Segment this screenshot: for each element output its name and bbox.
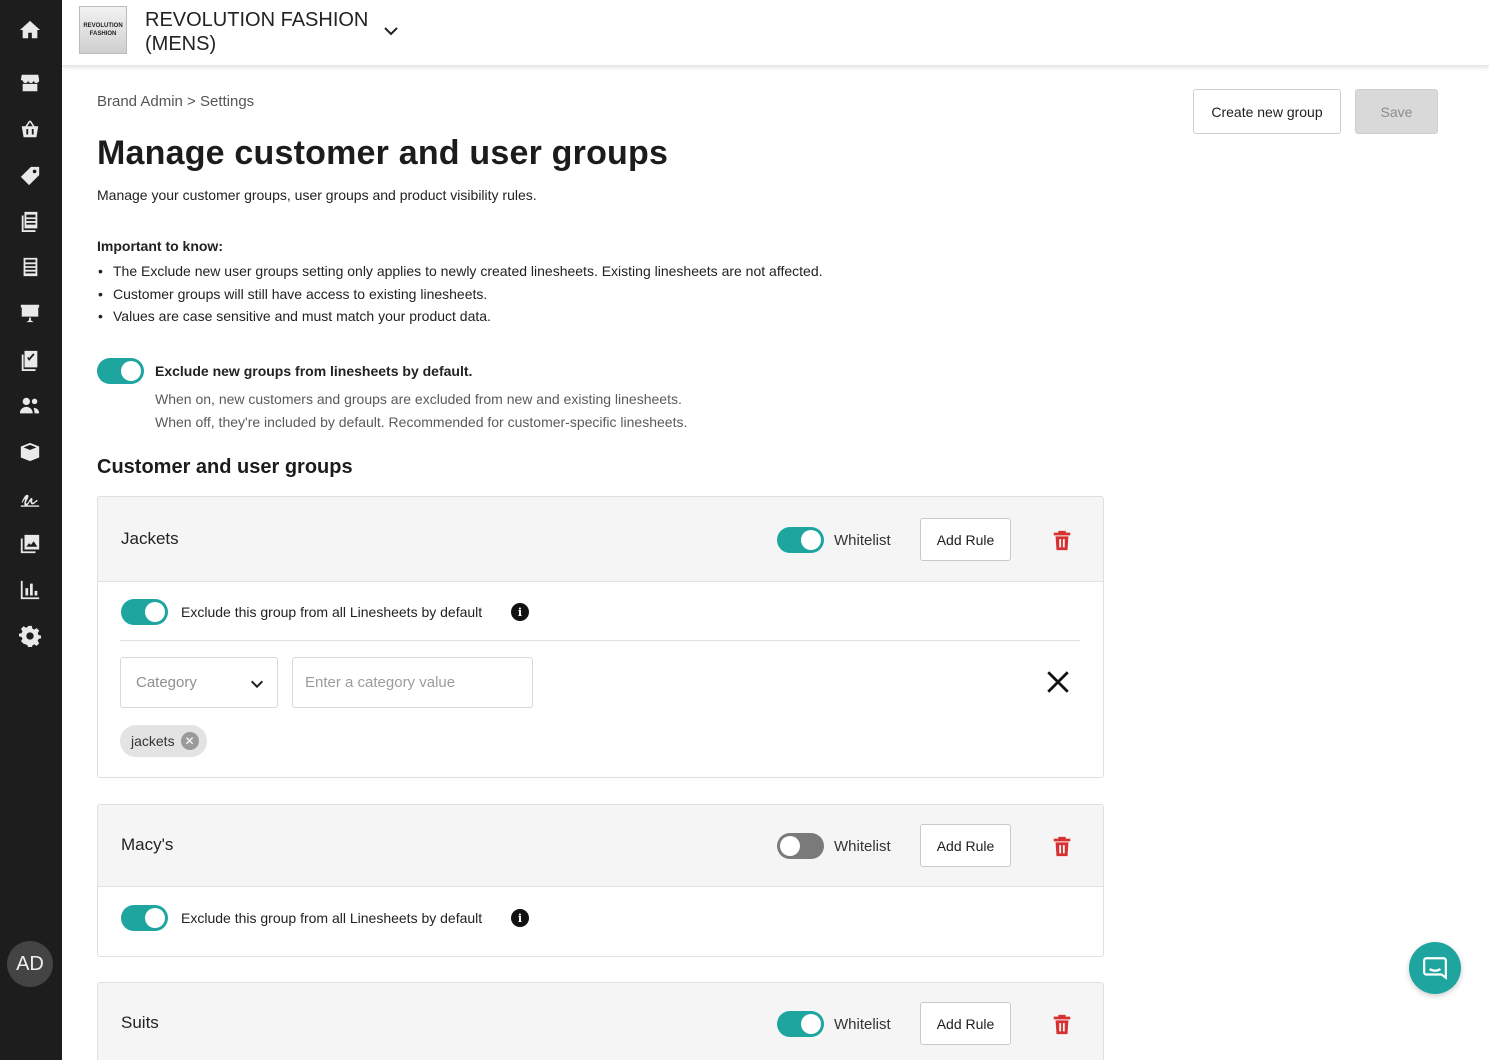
sidebar: AD (0, 0, 62, 1060)
chevron-down-icon[interactable] (382, 22, 400, 40)
brand-name[interactable]: REVOLUTION FASHION (MENS) (145, 8, 375, 56)
notes-list: The Exclude new user groups setting only… (97, 260, 823, 328)
add-rule-button[interactable]: Add Rule (920, 1002, 1011, 1045)
whitelist-toggle[interactable] (777, 527, 824, 553)
images-icon[interactable] (17, 531, 43, 557)
whitelist-label: Whitelist (834, 1016, 891, 1033)
delete-group-icon[interactable] (1051, 529, 1073, 551)
divider (120, 640, 1080, 641)
delete-group-icon[interactable] (1051, 835, 1073, 857)
toggle-knob (145, 602, 165, 622)
group-card-suits: Suits Whitelist Add Rule (97, 982, 1104, 1060)
toggle-knob (145, 908, 165, 928)
info-icon[interactable]: i (511, 603, 529, 621)
toggle-knob (121, 361, 141, 381)
toggle-knob (801, 1014, 821, 1034)
store-icon[interactable] (17, 70, 43, 96)
brand-logo: REVOLUTION FASHION (79, 6, 127, 54)
brand-logo-text: REVOLUTION FASHION (83, 23, 123, 37)
value-chip: jackets ✕ (120, 725, 207, 757)
exclude-new-groups-label: Exclude new groups from linesheets by de… (155, 363, 473, 379)
category-select[interactable]: Category (120, 657, 278, 708)
catalog-icon[interactable] (17, 254, 43, 280)
chat-icon (1423, 957, 1447, 980)
linesheet-icon[interactable] (17, 208, 43, 234)
category-value-input[interactable] (292, 657, 533, 708)
group-name: Jackets (121, 529, 179, 548)
exclude-group-toggle[interactable] (121, 599, 168, 625)
exclude-new-groups-toggle[interactable] (97, 358, 144, 384)
exclude-group-label: Exclude this group from all Linesheets b… (181, 604, 483, 620)
help-line: When off, they're included by default. R… (155, 413, 688, 430)
group-name: Suits (121, 1013, 159, 1032)
avatar[interactable]: AD (7, 941, 53, 987)
toggle-knob (780, 836, 800, 856)
info-icon[interactable]: i (511, 909, 529, 927)
exclude-group-label: Exclude this group from all Linesheets b… (181, 910, 483, 926)
group-name: Macy's (121, 835, 174, 854)
save-button[interactable]: Save (1355, 89, 1438, 134)
gear-icon[interactable] (17, 623, 43, 649)
group-card-jackets: Jackets Whitelist Add Rule Exclude this … (97, 496, 1104, 778)
home-icon[interactable] (17, 17, 43, 43)
users-icon[interactable] (17, 393, 43, 419)
groups-section-title: Customer and user groups (97, 456, 353, 478)
category-select-value: Category (136, 674, 197, 691)
delete-group-icon[interactable] (1051, 1013, 1073, 1035)
page-subtitle: Manage your customer groups, user groups… (97, 187, 537, 203)
basket-icon[interactable] (17, 116, 43, 142)
add-rule-button[interactable]: Add Rule (920, 518, 1011, 561)
note-item: Values are case sensitive and must match… (97, 305, 823, 328)
exclude-new-groups-help: When on, new customers and groups are ex… (155, 388, 687, 433)
chevron-down-icon (250, 680, 264, 689)
topbar: REVOLUTION FASHION REVOLUTION FASHION (M… (62, 0, 1489, 66)
chat-launcher-button[interactable] (1409, 942, 1461, 994)
close-icon[interactable] (1045, 669, 1071, 695)
checklist-icon[interactable] (17, 347, 43, 373)
exclude-group-toggle[interactable] (121, 905, 168, 931)
whitelist-toggle[interactable] (777, 833, 824, 859)
group-card-header: Jackets Whitelist Add Rule (98, 497, 1103, 582)
note-item: Customer groups will still have access t… (97, 283, 823, 306)
box-icon[interactable] (17, 439, 43, 465)
tag-icon[interactable] (17, 163, 43, 189)
app-frame: AD REVOLUTION FASHION REVOLUTION FASHION… (0, 0, 1489, 1060)
whitelist-label: Whitelist (834, 532, 891, 549)
chip-label: jackets (131, 733, 175, 749)
note-item: The Exclude new user groups setting only… (97, 260, 823, 283)
page-title: Manage customer and user groups (97, 134, 669, 172)
group-card-macys: Macy's Whitelist Add Rule Exclude this g… (97, 804, 1104, 957)
toggle-knob (801, 530, 821, 550)
group-card-header: Macy's Whitelist Add Rule (98, 805, 1103, 887)
create-new-group-button[interactable]: Create new group (1193, 89, 1341, 134)
add-rule-button[interactable]: Add Rule (920, 824, 1011, 867)
group-card-header: Suits Whitelist Add Rule (98, 983, 1103, 1060)
signature-icon[interactable] (17, 485, 43, 511)
chart-icon[interactable] (17, 577, 43, 603)
chip-remove-icon[interactable]: ✕ (180, 732, 199, 750)
whitelist-label: Whitelist (834, 838, 891, 855)
presentation-icon[interactable] (17, 300, 43, 326)
notes-heading: Important to know: (97, 238, 223, 254)
whitelist-toggle[interactable] (777, 1011, 824, 1037)
breadcrumb[interactable]: Brand Admin > Settings (97, 93, 254, 110)
help-line: When on, new customers and groups are ex… (155, 391, 682, 407)
